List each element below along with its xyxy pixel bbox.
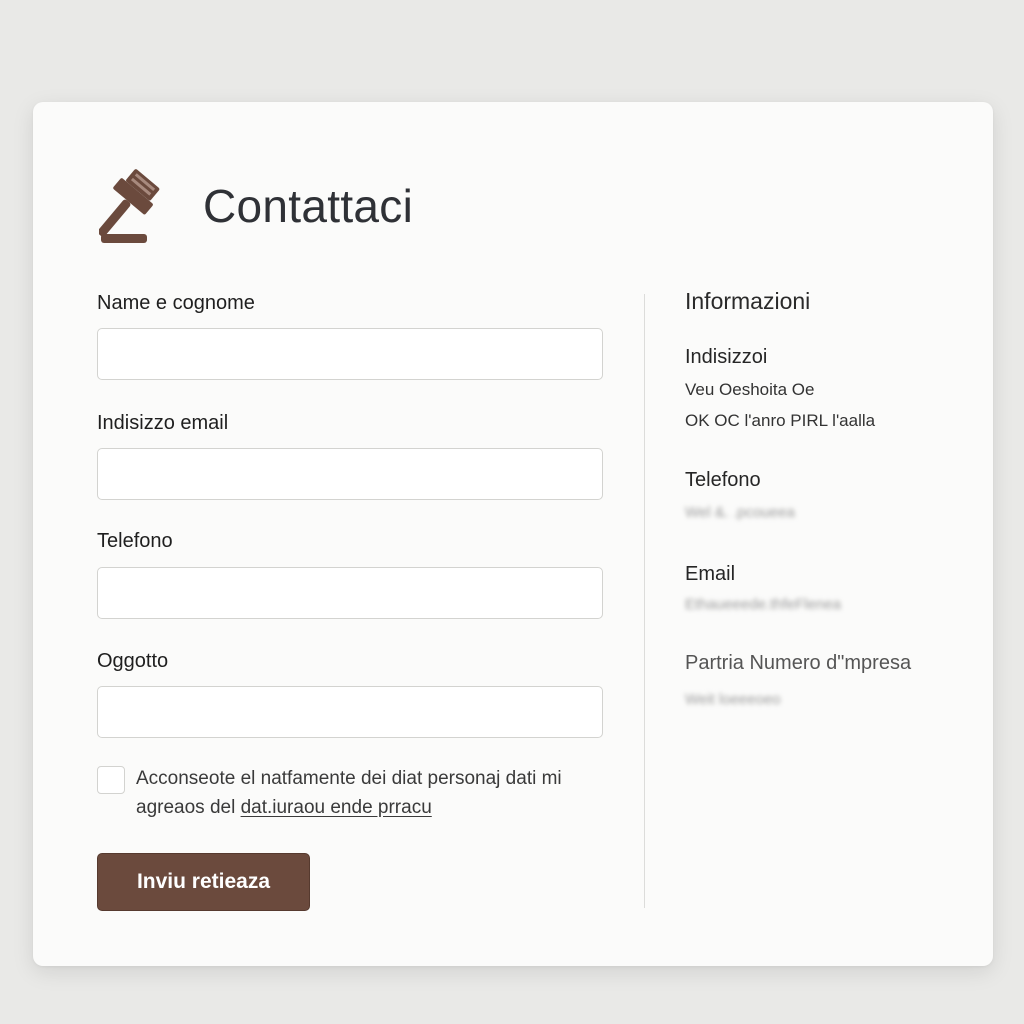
phone-value: Wel &. .pcoueea: [685, 504, 795, 521]
subject-label: Oggotto: [97, 650, 169, 672]
contact-card: Contattaci Name e cognome Indisizzo emai…: [33, 102, 993, 966]
phone-info-label: Telefono: [685, 469, 761, 491]
consent-text: Acconseote el natfamente dei diat person…: [136, 764, 603, 822]
name-field[interactable]: [97, 328, 603, 380]
subject-field[interactable]: [97, 686, 603, 738]
email-field[interactable]: [97, 448, 603, 500]
page-title: Contattaci: [203, 180, 414, 232]
phone-field[interactable]: [97, 567, 603, 619]
page-header: Contattaci: [99, 164, 413, 248]
email-value: Ethaueeede.thfeFlenea: [685, 596, 841, 613]
vat-value: Weit loeeeoeo: [685, 691, 781, 708]
email-label: Indisizzo email: [97, 412, 229, 434]
privacy-link[interactable]: dat.iurao​u ende prracu: [241, 797, 432, 818]
address-label: Indisizzoi: [685, 346, 768, 368]
address-line-1: Veu Oeshoita Oe: [685, 380, 815, 399]
info-title: Informazioni: [685, 288, 811, 314]
column-divider: [644, 294, 645, 908]
phone-label: Telefono: [97, 530, 173, 552]
name-label: Name e cognome: [97, 292, 255, 314]
gavel-icon: [99, 169, 160, 243]
consent-row: Acconseote el natfamente dei diat person…: [97, 764, 603, 822]
email-info-label: Email: [685, 563, 736, 585]
address-line-2: OK OC l'anro PIRL l'aalla: [685, 411, 876, 430]
consent-checkbox[interactable]: [97, 766, 125, 794]
vat-label: Partria Numero d"mpresa: [685, 652, 912, 674]
submit-button[interactable]: Inviu retieaza: [97, 853, 310, 911]
